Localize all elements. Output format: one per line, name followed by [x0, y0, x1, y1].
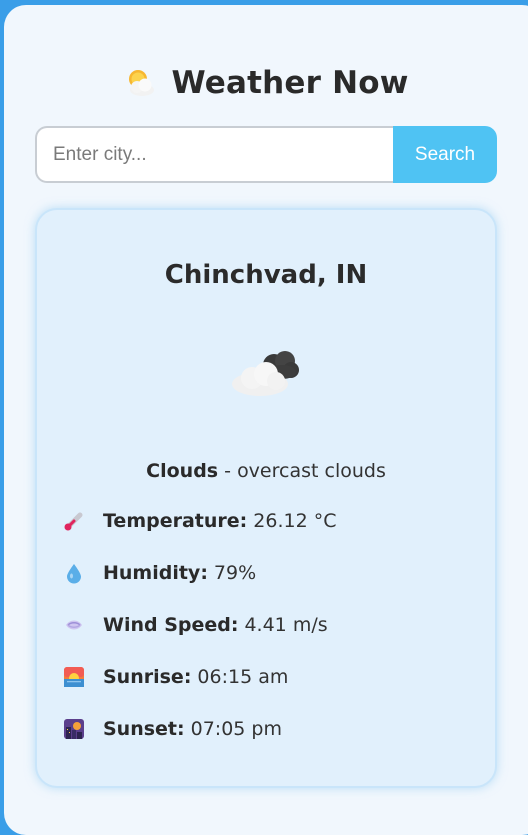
weather-description: Clouds - overcast clouds [37, 460, 495, 482]
detail-value: 79% [213, 562, 257, 584]
wind-icon [66, 620, 82, 630]
sunrise-row: Sunrise: 06:15 am [63, 663, 288, 691]
weather-main: Clouds [146, 460, 219, 482]
city-search-input[interactable] [35, 126, 393, 183]
humidity-row: Humidity: 79% [63, 559, 256, 587]
weather-description-text: overcast clouds [237, 460, 386, 482]
sun-behind-cloud-icon [129, 70, 155, 96]
detail-label: Wind Speed: [103, 614, 239, 636]
detail-value: 07:05 pm [190, 718, 282, 740]
weather-card: Chinchvad, IN Clouds - overcast clouds T… [35, 208, 497, 788]
thermometer-icon [64, 512, 83, 531]
detail-label: Sunrise: [103, 666, 192, 688]
detail-label: Temperature: [103, 510, 248, 532]
droplet-icon [67, 564, 81, 584]
wind-speed-row: Wind Speed: 4.41 m/s [63, 611, 328, 639]
description-separator: - [224, 460, 232, 482]
city-name: Chinchvad, IN [164, 260, 368, 290]
detail-label: Sunset: [103, 718, 185, 740]
detail-label: Humidity: [103, 562, 208, 584]
temperature-row: Temperature: 26.12 °C [63, 507, 336, 535]
app-title: Weather Now [171, 65, 409, 101]
sunset-row: Sunset: 07:05 pm [63, 715, 282, 743]
app-header: Weather Now [4, 65, 528, 101]
detail-value: 26.12 °C [253, 510, 337, 532]
dark-clouds-icon [232, 351, 299, 396]
weather-app: Weather Now Search Chinchvad, IN Clouds … [4, 5, 528, 835]
detail-value: 4.41 m/s [244, 614, 328, 636]
sunset-icon [64, 719, 84, 739]
search-button[interactable]: Search [393, 126, 497, 183]
search-bar: Search [35, 126, 497, 183]
detail-value: 06:15 am [197, 666, 289, 688]
sunrise-icon [64, 667, 84, 687]
